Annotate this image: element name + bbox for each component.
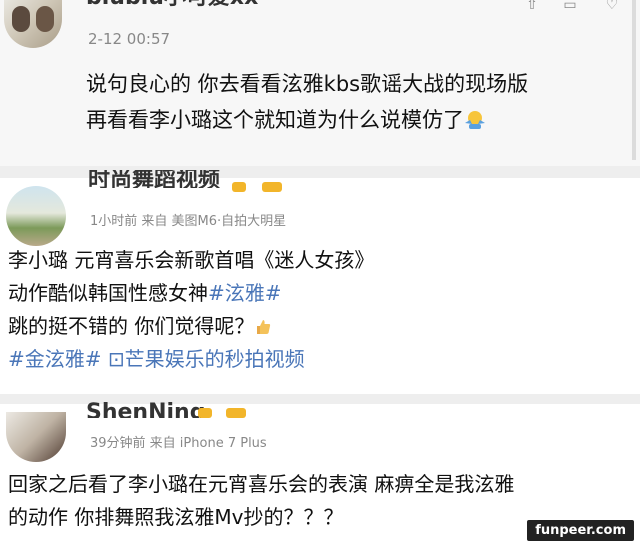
video-link[interactable]: ⊡芒果娱乐的秒拍视频 xyxy=(108,347,305,371)
comment-text: 说句良心的 你去看看泫雅kbs歌谣大战的现场版 再看看李小璐这个就知道为什么说模… xyxy=(86,66,528,138)
text-line: 的动作 你排舞照我泫雅Mv抄的？？？ xyxy=(8,505,344,529)
scrollbar[interactable] xyxy=(632,0,636,160)
thumbs-up-emoji-icon xyxy=(257,320,271,334)
post-text: 回家之后看了李小璐在元宵喜乐会的表演 麻痹全是我泫雅 的动作 你排舞照我泫雅Mv… xyxy=(8,468,514,534)
timestamp: 2-12 00:57 xyxy=(88,30,171,48)
text-line: 说句良心的 你去看看泫雅kbs歌谣大战的现场版 xyxy=(86,72,529,96)
watermark: funpeer.com xyxy=(527,520,634,541)
avatar[interactable] xyxy=(4,0,62,48)
video-link-label: 芒果娱乐的秒拍视频 xyxy=(124,347,305,371)
avatar[interactable] xyxy=(6,186,66,246)
text-line-2: 再看看李小璐这个就知道为什么说模仿了 xyxy=(86,102,528,138)
post-text: 李小璐 元宵喜乐会新歌首唱《迷人女孩》 动作酷似韩国性感女神#泫雅# 跳的挺不错… xyxy=(8,244,374,376)
comment-post-1: biubiu小可爱xx 2-12 00:57 ⇧ ▭ ♡ 说句良心的 你去看看泫… xyxy=(0,0,640,166)
vip-badge-icon xyxy=(232,182,246,192)
avatar[interactable] xyxy=(6,412,66,462)
vip-badge-icon xyxy=(198,408,212,418)
shrug-emoji-icon xyxy=(465,111,485,129)
comment-post-2: 时尚舞蹈视频 1小时前 来自 美图M6·自拍大明星 李小璐 元宵喜乐会新歌首唱《… xyxy=(0,170,640,394)
text-line-2: 动作酷似韩国性感女神#泫雅# xyxy=(8,277,374,310)
text-line: 回家之后看了李小璐在元宵喜乐会的表演 麻痹全是我泫雅 xyxy=(8,472,515,496)
text-line-4: #金泫雅# ⊡芒果娱乐的秒拍视频 xyxy=(8,343,374,376)
text-line: 动作酷似韩国性感女神 xyxy=(8,281,208,305)
level-badge-icon xyxy=(262,182,282,192)
text-line: 李小璐 元宵喜乐会新歌首唱《迷人女孩》 xyxy=(8,248,375,272)
username[interactable]: ShenNing xyxy=(86,402,205,418)
comment-icon[interactable]: ▭ xyxy=(556,0,584,14)
hashtag-link[interactable]: #金泫雅# xyxy=(8,347,102,371)
text-line: 跳的挺不错的 你们觉得呢？ xyxy=(8,314,255,338)
username[interactable]: biubiu小可爱xx xyxy=(86,0,258,9)
share-icon[interactable]: ⇧ xyxy=(518,0,546,14)
timestamp-source: 1小时前 来自 美图M6·自拍大明星 xyxy=(90,214,287,229)
like-icon[interactable]: ♡ xyxy=(598,0,626,14)
level-badge-icon xyxy=(226,408,246,418)
hashtag-link[interactable]: #泫雅# xyxy=(208,281,282,305)
text-line-3: 跳的挺不错的 你们觉得呢？ xyxy=(8,310,374,343)
text-line: 再看看李小璐这个就知道为什么说模仿了 xyxy=(86,108,464,132)
video-icon: ⊡ xyxy=(107,347,125,371)
username[interactable]: 时尚舞蹈视频 xyxy=(88,170,220,188)
timestamp-source: 39分钟前 来自 iPhone 7 Plus xyxy=(90,436,267,451)
